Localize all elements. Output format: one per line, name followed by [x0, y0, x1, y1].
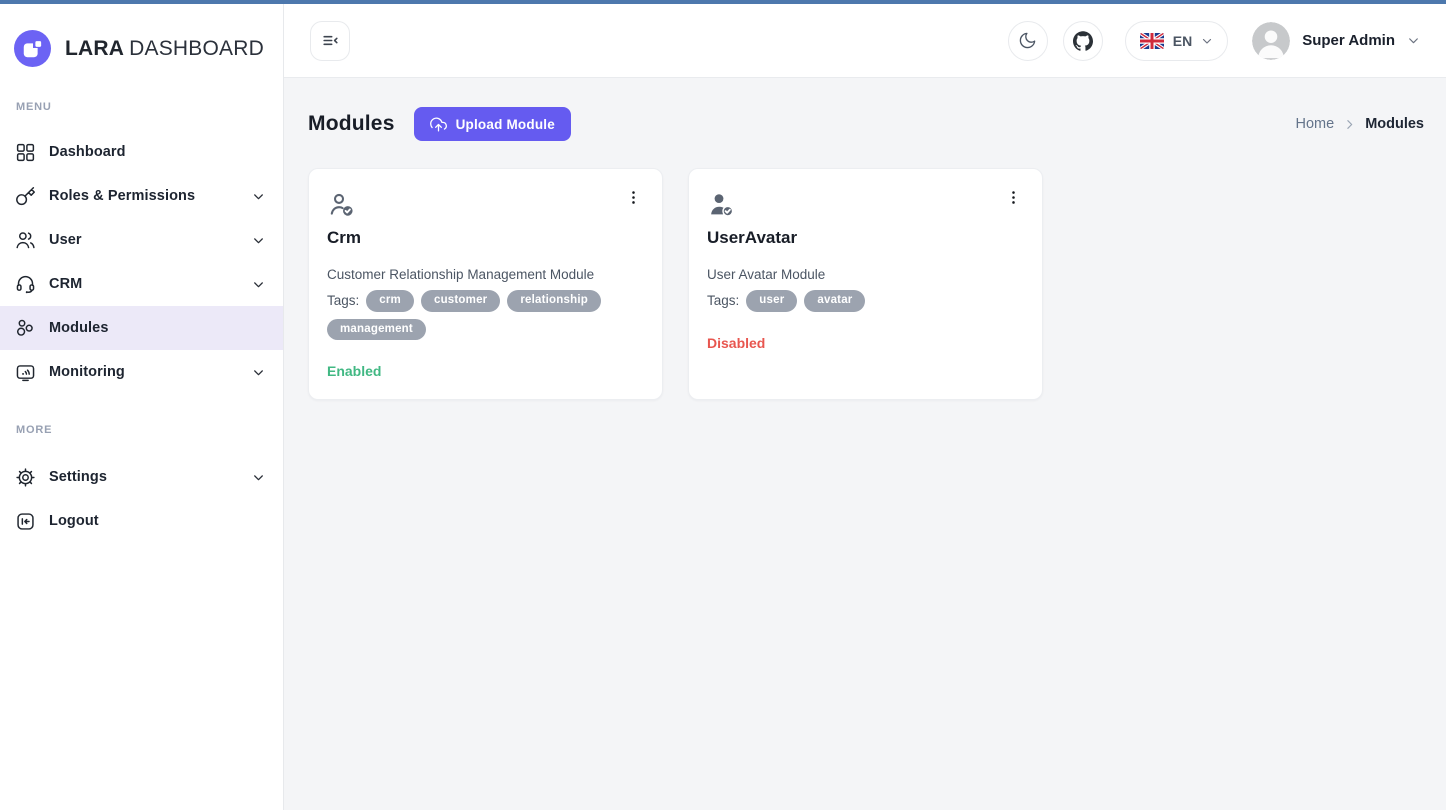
sidebar-item-modules[interactable]: Modules: [0, 306, 283, 350]
gear-icon: [14, 466, 36, 488]
page-content: Modules Upload Module Home Mo: [284, 78, 1446, 810]
module-title: Crm: [327, 228, 361, 248]
user-name: Super Admin: [1302, 32, 1395, 49]
tag: customer: [421, 290, 500, 312]
sidebar-section-more-label: MORE: [0, 424, 283, 436]
upload-module-button[interactable]: Upload Module: [414, 107, 571, 141]
github-icon: [1073, 31, 1093, 51]
sidebar-menu-nav: Dashboard Roles & Permissions: [0, 130, 283, 394]
tag: user: [746, 290, 797, 312]
theme-toggle-button[interactable]: [1008, 21, 1048, 61]
sidebar: LARADASHBOARD MENU Dashboard: [0, 4, 284, 810]
chevron-down-icon: [252, 278, 265, 291]
collapse-sidebar-icon: [321, 31, 340, 50]
chevron-down-icon: [252, 366, 265, 379]
uk-flag-icon: [1140, 33, 1164, 49]
app-shell: LARADASHBOARD MENU Dashboard: [0, 4, 1446, 810]
card-menu-button[interactable]: [1003, 187, 1024, 208]
module-card-crm: Crm Customer Relationship Management Mod…: [308, 168, 663, 400]
tags-label: Tags:: [327, 293, 359, 308]
header-actions: EN: [1008, 21, 1420, 61]
tag: crm: [366, 290, 414, 312]
user-menu[interactable]: Super Admin: [1252, 22, 1420, 60]
page-title: Modules: [308, 112, 395, 136]
tag: avatar: [804, 290, 865, 312]
github-button[interactable]: [1063, 21, 1103, 61]
sidebar-item-dashboard[interactable]: Dashboard: [0, 130, 283, 174]
module-cards: Crm Customer Relationship Management Mod…: [308, 168, 1424, 400]
users-icon: [14, 229, 36, 251]
kebab-menu-icon: [1005, 189, 1022, 206]
user-check-filled-icon: [707, 190, 738, 221]
main-column: EN: [284, 4, 1446, 810]
upload-cloud-icon: [430, 116, 447, 133]
top-header: EN: [284, 4, 1446, 78]
module-title: UserAvatar: [707, 228, 797, 248]
avatar: [1252, 22, 1290, 60]
tag: management: [327, 319, 426, 341]
logo-text: LARADASHBOARD: [65, 37, 264, 61]
lara-logo-icon: [14, 30, 51, 67]
sidebar-section-menu-label: MENU: [0, 101, 283, 113]
logout-icon: [14, 510, 36, 532]
chevron-right-icon: [1343, 118, 1356, 131]
module-tags: Tags: user avatar: [707, 290, 865, 312]
moon-icon: [1018, 31, 1037, 50]
collapse-sidebar-button[interactable]: [310, 21, 350, 61]
logo[interactable]: LARADASHBOARD: [0, 4, 283, 71]
breadcrumb-home-link[interactable]: Home: [1296, 116, 1335, 132]
chevron-down-icon: [252, 234, 265, 247]
key-icon: [14, 185, 36, 207]
modules-icon: [14, 317, 36, 339]
module-description: Customer Relationship Management Module: [327, 266, 594, 284]
chevron-down-icon: [252, 190, 265, 203]
status-badge: Disabled: [707, 335, 765, 351]
tags-label: Tags:: [707, 293, 739, 308]
chevron-down-icon: [1407, 34, 1420, 47]
sidebar-item-user[interactable]: User: [0, 218, 283, 262]
breadcrumb: Home Modules: [1296, 116, 1425, 132]
card-menu-button[interactable]: [623, 187, 644, 208]
headset-icon: [14, 273, 36, 295]
sidebar-item-roles-permissions[interactable]: Roles & Permissions: [0, 174, 283, 218]
breadcrumb-current: Modules: [1365, 116, 1424, 132]
sidebar-item-monitoring[interactable]: Monitoring: [0, 350, 283, 394]
sidebar-item-crm[interactable]: CRM: [0, 262, 283, 306]
chevron-down-icon: [1201, 35, 1213, 47]
chevron-down-icon: [252, 471, 265, 484]
sidebar-more-nav: Settings Logout: [0, 455, 283, 543]
status-badge: Enabled: [327, 363, 381, 379]
user-check-outline-icon: [327, 190, 358, 221]
monitoring-icon: [14, 361, 36, 383]
module-tags: Tags: crm customer relationship manageme…: [327, 290, 644, 340]
page-title-row: Modules Upload Module Home Mo: [308, 107, 1424, 141]
sidebar-item-logout[interactable]: Logout: [0, 499, 283, 543]
module-description: User Avatar Module: [707, 266, 825, 284]
module-card-useravatar: UserAvatar User Avatar Module Tags: user…: [688, 168, 1043, 400]
language-selector[interactable]: EN: [1125, 21, 1228, 61]
tag: relationship: [507, 290, 601, 312]
grid-icon: [14, 141, 36, 163]
kebab-menu-icon: [625, 189, 642, 206]
sidebar-item-settings[interactable]: Settings: [0, 455, 283, 499]
